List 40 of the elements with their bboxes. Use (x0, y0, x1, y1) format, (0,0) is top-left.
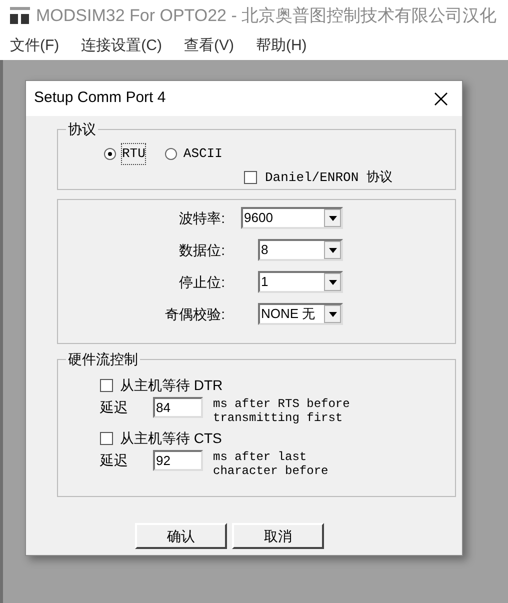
dropdown[interactable]: 8 (258, 239, 343, 261)
checkbox-label[interactable]: Daniel/ENRON 协议 (265, 168, 392, 188)
delay-note: ms after RTS before transmitting first (213, 397, 350, 425)
dropdown[interactable]: NONE 无 (258, 303, 343, 325)
dialog-title: Setup Comm Port 4 (34, 88, 166, 108)
dialog-button[interactable]: 取消 (232, 523, 324, 549)
app-icon (10, 7, 30, 25)
dropdown-arrow-icon[interactable] (328, 248, 336, 252)
field-label: 波特率: (178, 208, 225, 228)
radio-label[interactable]: RTU (122, 144, 146, 164)
field-label: 停止位: (178, 272, 225, 292)
field-label: 延迟 (100, 398, 129, 417)
dropdown-arrow-icon[interactable] (328, 216, 336, 220)
menu-item[interactable]: 查看(V) (184, 34, 234, 58)
group-label: 硬件流控制 (66, 350, 140, 368)
checkbox[interactable] (100, 432, 113, 444)
dropdown-arrow-icon[interactable] (328, 280, 336, 284)
checkbox-label[interactable]: 从主机等待 DTR (120, 374, 223, 396)
dialog-button[interactable]: 确认 (135, 523, 227, 549)
dropdown[interactable]: 9600 (241, 207, 343, 229)
delay-note: ms after last character before (213, 450, 328, 478)
radio-button[interactable] (104, 148, 116, 160)
field-label: 奇偶校验: (164, 304, 225, 324)
window-title: MODSIM32 For OPTO22 - 北京奥普图控制技术有限公司汉化 (36, 5, 497, 28)
checkbox[interactable] (244, 171, 257, 184)
menu-item[interactable]: 连接设置(C) (81, 34, 162, 58)
checkbox-label[interactable]: 从主机等待 CTS (120, 428, 222, 448)
field-label: 延迟 (100, 451, 129, 470)
checkbox[interactable] (100, 378, 113, 392)
menu-item[interactable]: 文件(F) (10, 34, 60, 58)
delay-field[interactable]: 84 (153, 397, 203, 418)
close-icon[interactable] (434, 92, 448, 106)
radio-button[interactable] (165, 148, 178, 160)
group-label: 协议 (66, 120, 98, 138)
delay-field[interactable]: 92 (153, 450, 203, 471)
radio-label[interactable]: ASCII (183, 144, 222, 164)
field-label: 数据位: (178, 240, 225, 260)
menu-item[interactable]: 帮助(H) (256, 34, 307, 58)
dropdown[interactable]: 1 (258, 271, 343, 293)
dropdown-arrow-icon[interactable] (328, 312, 336, 316)
